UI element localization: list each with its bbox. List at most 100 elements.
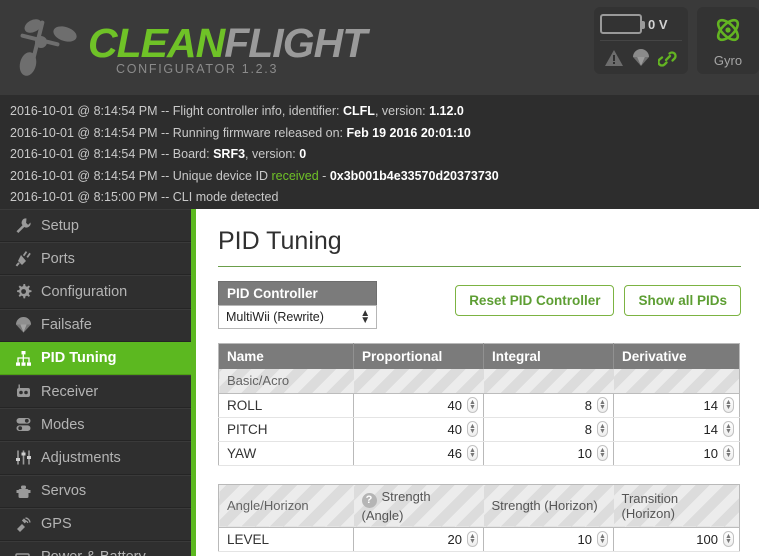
roll-d-stepper[interactable]: ▲ ▼ <box>723 397 734 413</box>
level-transition-stepper[interactable]: ▲ ▼ <box>723 531 734 547</box>
pitch-d-cell[interactable]: 14 ▲ ▼ <box>613 417 740 442</box>
log-time: 2016-10-01 @ 8:14:54 PM -- <box>10 104 173 118</box>
sidebar-item-power-battery[interactable]: Power & Battery <box>0 540 191 556</box>
yaw-d-cell[interactable]: 10 ▲ ▼ <box>613 441 740 466</box>
battery-icon <box>13 548 33 556</box>
log-line: 2016-10-01 @ 8:14:54 PM -- Flight contro… <box>10 101 759 123</box>
table-row: ROLL 40 ▲ ▼ 8 ▲ ▼ 14 ▲ ▼ <box>218 393 740 418</box>
sidebar-item-pid-tuning[interactable]: PID Tuning <box>0 341 191 375</box>
pitch-i-value: 8 <box>584 421 592 437</box>
log-time: 2016-10-01 @ 8:15:00 PM -- <box>10 190 173 204</box>
sidebar-item-receiver[interactable]: Receiver <box>0 374 191 409</box>
brand-block: CLEANFLIGHT CONFIGURATOR 1.2.3 <box>0 0 367 95</box>
pid-controller-select[interactable]: MultiWii (Rewrite) ▲ ▼ <box>218 305 378 329</box>
level-transition-cell[interactable]: 100 ▲ ▼ <box>613 527 740 552</box>
log-value2: 1.12.0 <box>429 104 464 118</box>
log-sep: , version: <box>374 104 430 118</box>
yaw-i-stepper[interactable]: ▲ ▼ <box>597 445 608 461</box>
yaw-p-value: 46 <box>447 445 462 461</box>
level-angle-value: 20 <box>447 531 462 547</box>
cleanflight-logo-icon <box>8 12 86 84</box>
table-row: LEVEL 20 ▲ ▼ 10 ▲ ▼ 100 ▲ ▼ <box>218 527 740 552</box>
roll-i-cell[interactable]: 8 ▲ ▼ <box>483 393 614 418</box>
log-status-ok: received <box>271 168 319 183</box>
log-value: SRF3 <box>213 147 246 161</box>
level-transition-value: 100 <box>696 531 718 547</box>
pid-table: Name Proportional Integral Derivative Ba… <box>218 343 740 466</box>
status-log: 2016-10-01 @ 8:14:54 PM -- Flight contro… <box>0 95 759 209</box>
pid-section-row: Basic/Acro <box>218 369 740 394</box>
gear-icon <box>13 283 33 301</box>
roll-i-stepper[interactable]: ▲ ▼ <box>597 397 608 413</box>
pitch-i-stepper[interactable]: ▲ ▼ <box>597 421 608 437</box>
level-horizon-cell[interactable]: 10 ▲ ▼ <box>483 527 614 552</box>
pid-section-spacer <box>483 369 614 394</box>
roll-p-cell[interactable]: 40 ▲ ▼ <box>353 393 484 418</box>
yaw-p-cell[interactable]: 46 ▲ ▼ <box>353 441 484 466</box>
sidebar-item-label: Configuration <box>41 283 128 300</box>
link-icon <box>658 48 678 68</box>
log-line: 2016-10-01 @ 8:14:54 PM -- Running firmw… <box>10 123 759 145</box>
pid-row-name: PITCH <box>218 417 354 442</box>
sidebar-item-label: Power & Battery <box>41 549 146 556</box>
yaw-i-value: 10 <box>577 445 592 461</box>
log-text: Running firmware released on: <box>172 125 347 140</box>
pitch-p-stepper[interactable]: ▲ ▼ <box>467 421 478 437</box>
log-time: 2016-10-01 @ 8:14:54 PM -- <box>10 147 173 161</box>
pitch-i-cell[interactable]: 8 ▲ ▼ <box>483 417 614 442</box>
brand-flight: FLIGHT <box>224 20 367 66</box>
servo-icon <box>13 482 33 500</box>
pitch-d-stepper[interactable]: ▲ ▼ <box>723 421 734 437</box>
sidebar-item-adjustments[interactable]: Adjustments <box>0 441 191 475</box>
battery-reading: 0 V <box>600 14 682 41</box>
sidebar-item-configuration[interactable]: Configuration <box>0 275 191 309</box>
level-horizon-stepper[interactable]: ▲ ▼ <box>597 531 608 547</box>
pid-controller-group: PID Controller MultiWii (Rewrite) ▲ ▼ <box>218 281 378 329</box>
transmitter-icon <box>13 383 33 401</box>
log-value: Feb 19 2016 20:01:10 <box>346 125 471 140</box>
reset-pid-controller-button[interactable]: Reset PID Controller <box>455 285 615 316</box>
sidebar-item-gps[interactable]: GPS <box>0 507 191 541</box>
pid-row-name: ROLL <box>218 393 354 418</box>
col-transition-horizon: Transition (Horizon) <box>613 484 740 528</box>
pid-controller-value: MultiWii (Rewrite) <box>226 310 324 324</box>
app-body: Setup Ports Configuration Failsafe PID T <box>0 209 759 556</box>
level-section-label: Angle/Horizon <box>218 484 354 528</box>
log-sep: - <box>318 168 330 183</box>
log-value: CLFL <box>343 104 375 118</box>
log-text: Flight controller info, identifier: <box>172 104 343 118</box>
log-line: 2016-10-01 @ 8:15:00 PM -- CLI mode dete… <box>10 187 759 209</box>
roll-d-cell[interactable]: 14 ▲ ▼ <box>613 393 740 418</box>
gyro-label: Gyro <box>713 53 743 68</box>
battery-voltage: 0 V <box>648 16 668 32</box>
level-angle-stepper[interactable]: ▲ ▼ <box>467 531 478 547</box>
yaw-p-stepper[interactable]: ▲ ▼ <box>467 445 478 461</box>
sidebar-item-label: Servos <box>41 483 87 500</box>
pitch-p-cell[interactable]: 40 ▲ ▼ <box>353 417 484 442</box>
sidebar-item-failsafe[interactable]: Failsafe <box>0 308 191 342</box>
satellite-icon <box>13 515 33 533</box>
sidebar-item-modes[interactable]: Modes <box>0 408 191 442</box>
roll-p-stepper[interactable]: ▲ ▼ <box>467 397 478 413</box>
sidebar-item-label: Modes <box>41 416 85 433</box>
show-all-pids-button[interactable]: Show all PIDs <box>624 285 741 316</box>
pid-controller-label: PID Controller <box>218 281 378 305</box>
sidebar-item-ports[interactable]: Ports <box>0 242 191 276</box>
roll-p-value: 40 <box>447 397 462 413</box>
log-value2: 0 <box>299 147 307 161</box>
yaw-d-value: 10 <box>703 445 718 461</box>
sidebar-item-setup[interactable]: Setup <box>0 209 191 243</box>
yaw-i-cell[interactable]: 10 ▲ ▼ <box>483 441 614 466</box>
level-angle-cell[interactable]: 20 ▲ ▼ <box>353 527 484 552</box>
yaw-d-stepper[interactable]: ▲ ▼ <box>723 445 734 461</box>
help-icon[interactable]: ? <box>361 492 377 508</box>
col-derivative: Derivative <box>613 343 740 369</box>
sidebar-item-label: Adjustments <box>41 449 121 466</box>
app-header: CLEANFLIGHT CONFIGURATOR 1.2.3 0 V Gyro <box>0 0 759 95</box>
chevron-updown-icon: ▲ ▼ <box>360 308 371 326</box>
log-time: 2016-10-01 @ 8:14:54 PM -- <box>10 125 173 140</box>
sidebar-nav: Setup Ports Configuration Failsafe PID T <box>0 209 196 556</box>
pid-tuning-panel: PID Tuning PID Controller MultiWii (Rewr… <box>196 209 759 556</box>
col-strength-angle: ? Strength (Angle) <box>353 484 484 528</box>
sidebar-item-servos[interactable]: Servos <box>0 474 191 508</box>
